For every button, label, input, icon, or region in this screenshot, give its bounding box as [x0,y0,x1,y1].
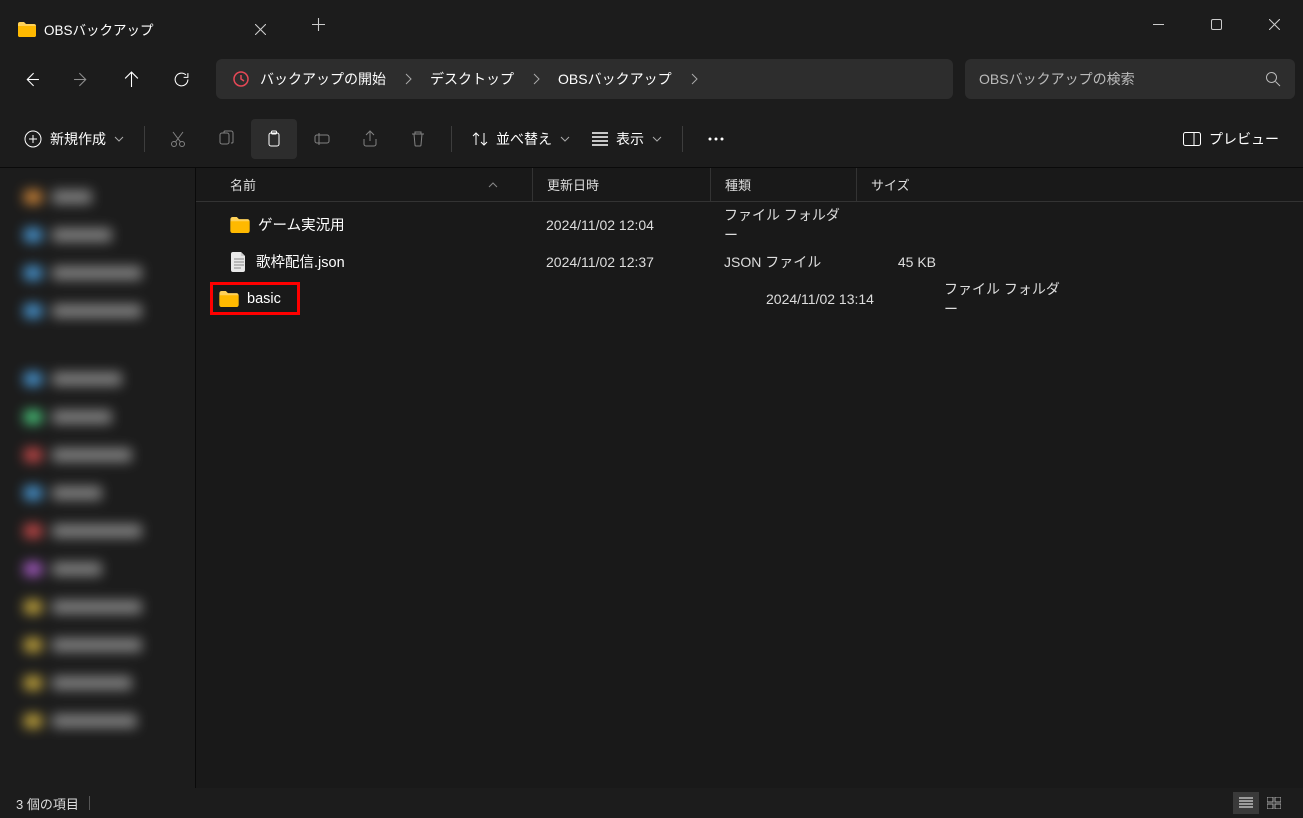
column-date[interactable]: 更新日時 [532,168,710,202]
sort-label: 並べ替え [496,129,552,149]
file-type: JSON ファイル [710,252,856,272]
close-button[interactable] [1245,0,1303,48]
preview-button[interactable]: プレビュー [1173,119,1289,159]
search-input[interactable] [979,71,1265,87]
file-row-highlighted[interactable]: basic 2024/11/02 13:14 ファイル フォルダー [196,280,1303,317]
paste-button[interactable] [251,119,297,159]
refresh-button[interactable] [158,59,204,99]
statusbar: 3 個の項目 [0,788,1303,818]
file-date: 2024/11/02 12:37 [532,254,710,270]
chevron-down-icon [652,136,662,142]
file-row[interactable]: 歌枠配信.json 2024/11/02 12:37 JSON ファイル 45 … [196,243,1303,280]
search-box[interactable] [965,59,1295,99]
minimize-button[interactable] [1129,0,1187,48]
toolbar-separator [144,126,145,152]
breadcrumb-label: デスクトップ [430,69,514,89]
sort-indicator-icon [488,182,498,188]
back-button[interactable] [8,59,54,99]
share-button [347,119,393,159]
copy-button [203,119,249,159]
breadcrumb-chevron-0[interactable] [396,63,420,95]
navbar: バックアップの開始 デスクトップ OBSバックアップ [0,48,1303,110]
list-icon [592,132,608,146]
toolbar: 新規作成 並べ替え 表示 [0,110,1303,168]
breadcrumb-label: バックアップの開始 [260,69,386,89]
view-button[interactable]: 表示 [582,119,672,159]
cut-button [155,119,201,159]
delete-button [395,119,441,159]
toolbar-separator [682,126,683,152]
up-button[interactable] [108,59,154,99]
toolbar-separator [451,126,452,152]
details-view-button[interactable] [1233,792,1259,814]
sort-button[interactable]: 並べ替え [462,119,580,159]
view-label: 表示 [616,129,644,149]
breadcrumb-chevron-1[interactable] [524,63,548,95]
file-name: ゲーム実況用 [258,214,345,235]
file-icon [230,252,248,272]
thumbnails-view-button[interactable] [1261,792,1287,814]
file-date: 2024/11/02 12:04 [532,217,710,233]
chevron-down-icon [114,136,124,142]
chevron-down-icon [560,136,570,142]
tab-title: OBSバックアップ [44,19,234,39]
status-separator [89,796,90,810]
plus-circle-icon [24,130,42,148]
maximize-button[interactable] [1187,0,1245,48]
more-button[interactable] [693,119,739,159]
window-controls [1129,0,1303,48]
breadcrumb[interactable]: バックアップの開始 デスクトップ OBSバックアップ [216,59,953,99]
file-name: 歌枠配信.json [256,251,345,272]
file-type: ファイル フォルダー [710,205,856,245]
new-button[interactable]: 新規作成 [14,119,134,159]
content-area: 名前 更新日時 種類 サイズ ゲーム実況用 2024/11/02 12:04 フ… [196,168,1303,788]
backup-icon [232,70,250,88]
column-size[interactable]: サイズ [856,168,950,202]
tab-current[interactable]: OBSバックアップ [0,10,290,48]
sort-icon [472,131,488,147]
preview-label: プレビュー [1209,129,1279,149]
breadcrumb-label: OBSバックアップ [558,69,672,89]
file-row[interactable]: ゲーム実況用 2024/11/02 12:04 ファイル フォルダー [196,206,1303,243]
breadcrumb-item-1[interactable]: デスクトップ [420,63,524,95]
folder-icon [18,20,36,38]
sidebar[interactable] [0,168,196,788]
highlight-box: basic [210,282,300,315]
breadcrumb-item-2[interactable]: OBSバックアップ [548,63,682,95]
file-list: ゲーム実況用 2024/11/02 12:04 ファイル フォルダー 歌枠配信.… [196,202,1303,788]
folder-icon [230,217,250,233]
new-tab-button[interactable] [298,4,338,44]
titlebar: OBSバックアップ [0,0,1303,48]
column-name[interactable]: 名前 [216,168,532,202]
item-count: 3 個の項目 [16,794,79,813]
preview-pane-icon [1183,132,1201,146]
file-type: ファイル フォルダー [930,279,1076,319]
rename-button [299,119,345,159]
search-icon [1265,71,1281,87]
file-date: 2024/11/02 13:14 [752,291,930,307]
breadcrumb-item-0[interactable]: バックアップの開始 [222,63,396,95]
new-label: 新規作成 [50,129,106,149]
file-name: basic [247,291,281,307]
breadcrumb-chevron-2[interactable] [682,63,706,95]
column-type[interactable]: 種類 [710,168,856,202]
main-area: 名前 更新日時 種類 サイズ ゲーム実況用 2024/11/02 12:04 フ… [0,168,1303,788]
file-size: 45 KB [856,254,950,270]
forward-button [58,59,104,99]
tab-close-button[interactable] [242,13,278,45]
column-headers: 名前 更新日時 種類 サイズ [196,168,1303,202]
folder-icon [219,291,239,307]
